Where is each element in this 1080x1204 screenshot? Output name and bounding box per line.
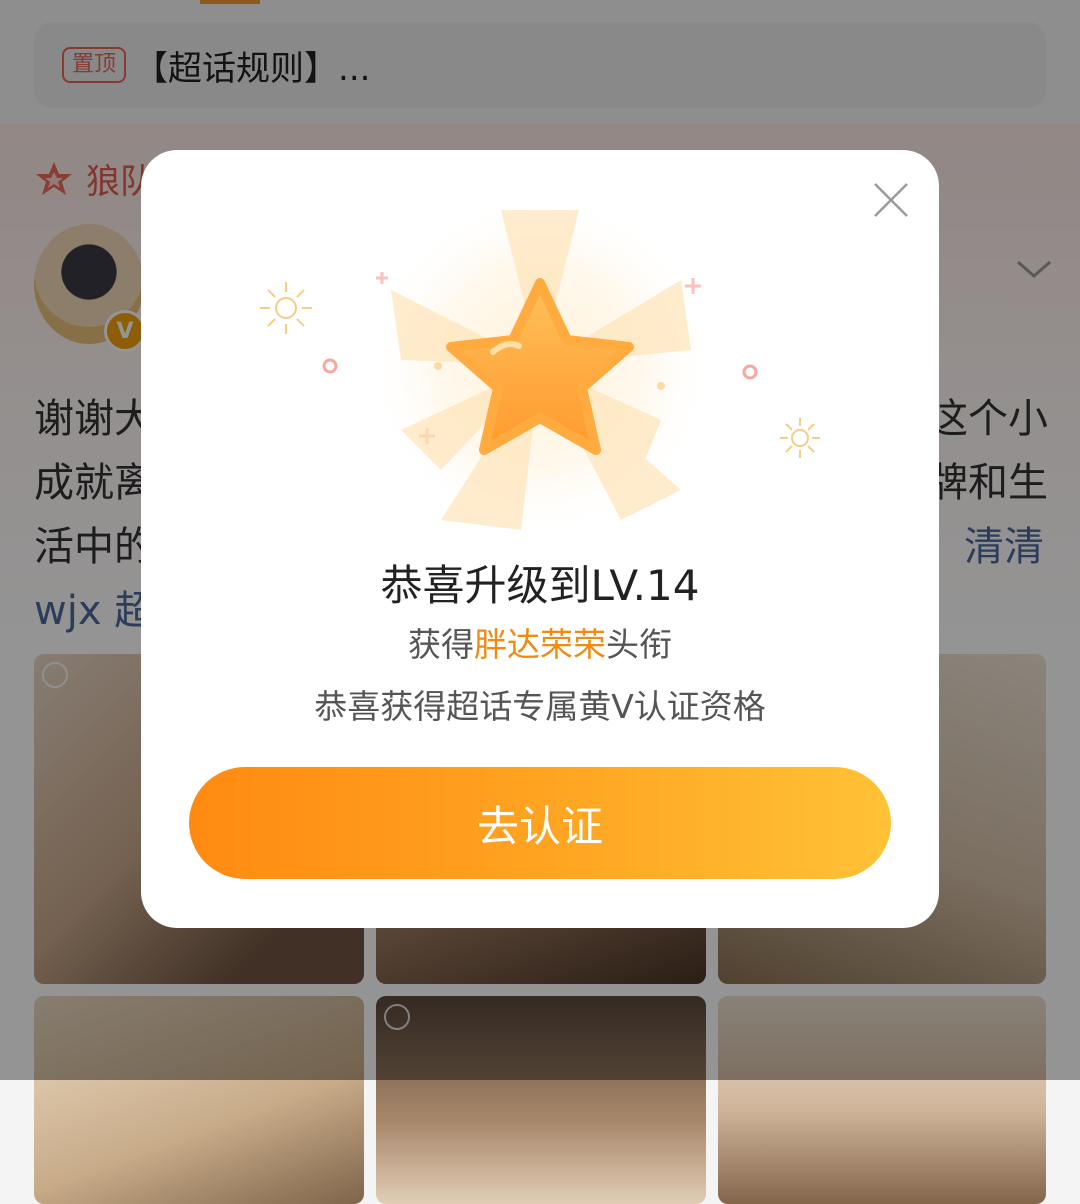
award-title: 胖达荣荣 — [474, 625, 606, 664]
dialog-subtitle: 恭喜获得超话专属黄V认证资格 — [314, 687, 766, 726]
title-award-line: 获得胖达荣荣头衔 — [141, 618, 939, 666]
award-suffix: 头衔 — [606, 625, 672, 664]
celebration-illustration — [260, 190, 820, 530]
level-up-dialog: 恭喜升级到LV.14 获得胖达荣荣头衔 恭喜获得超话专属黄V认证资格 去认证 — [141, 150, 939, 928]
verify-button[interactable]: 去认证 — [189, 767, 891, 879]
dialog-title: 恭喜升级到LV.14 — [380, 561, 700, 610]
award-prefix: 获得 — [408, 625, 474, 664]
